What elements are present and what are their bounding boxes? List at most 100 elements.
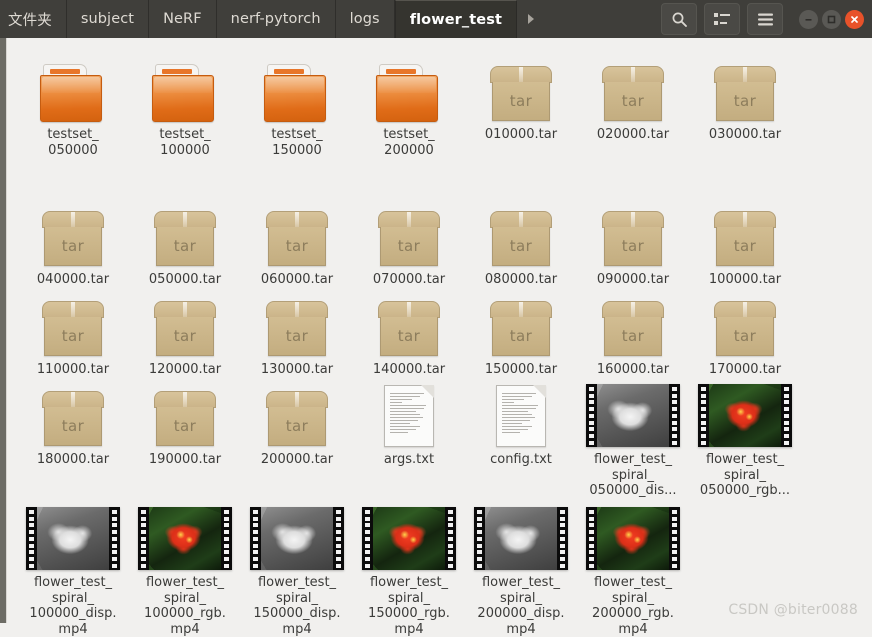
tar-archive-icon: tar — [42, 391, 104, 447]
file-name-label: flower_test_spiral_200000_rgb.mp4 — [579, 575, 687, 637]
tar-archive-icon: tar — [154, 211, 216, 267]
file-item[interactable]: tar030000.tar — [689, 50, 801, 158]
file-icon-container: tar — [266, 195, 328, 267]
file-icon-container: tar — [42, 195, 104, 267]
file-icon-container — [362, 498, 456, 570]
tar-archive-icon: tar — [378, 301, 440, 357]
file-item[interactable]: tar130000.tar — [241, 285, 353, 378]
file-name-label: flower_test_spiral_100000_disp.mp4 — [19, 575, 127, 637]
file-icon-container: tar — [378, 195, 440, 267]
icon-grid-row: tar040000.tartar050000.tartar060000.tart… — [7, 195, 872, 288]
file-item[interactable]: tar040000.tar — [17, 195, 129, 288]
file-item[interactable]: tar080000.tar — [465, 195, 577, 288]
file-icon-container — [586, 498, 680, 570]
file-name-label: 190000.tar — [131, 452, 239, 468]
tar-badge-label: tar — [490, 92, 552, 110]
file-icon-container: tar — [490, 285, 552, 357]
file-name-line: testset_ — [243, 127, 351, 143]
tar-badge-label: tar — [602, 327, 664, 345]
tab-subject[interactable]: subject — [67, 0, 149, 38]
tar-archive-icon: tar — [42, 211, 104, 267]
file-item[interactable]: testset_050000 — [17, 50, 129, 158]
search-button[interactable] — [661, 3, 697, 35]
file-name-label: flower_test_spiral_150000_disp.mp4 — [243, 575, 351, 637]
file-item[interactable]: tar050000.tar — [129, 195, 241, 288]
maximize-button[interactable] — [822, 10, 841, 29]
tar-archive-icon: tar — [714, 66, 776, 122]
file-item[interactable]: testset_200000 — [353, 50, 465, 158]
file-name-line: 180000.tar — [19, 452, 127, 468]
file-item[interactable]: args.txt — [353, 375, 465, 499]
tab-logs[interactable]: logs — [336, 0, 395, 38]
file-name-line: args.txt — [355, 452, 463, 468]
tar-archive-icon: tar — [490, 301, 552, 357]
file-item[interactable]: tar150000.tar — [465, 285, 577, 378]
file-item[interactable]: testset_150000 — [241, 50, 353, 158]
file-browser-content: testset_050000testset_100000testset_1500… — [0, 38, 872, 623]
minimize-button[interactable] — [799, 10, 818, 29]
file-item[interactable]: flower_test_spiral_100000_disp.mp4 — [17, 498, 129, 637]
file-item[interactable]: flower_test_spiral_150000_rgb.mp4 — [353, 498, 465, 637]
video-thumbnail-rgb — [586, 507, 680, 570]
file-name-line: flower_test_ — [243, 575, 351, 591]
tab-overflow-next-icon[interactable] — [517, 0, 545, 38]
folder-icon — [152, 64, 218, 122]
file-name-line: mp4 — [243, 622, 351, 637]
file-item[interactable]: flower_test_spiral_200000_rgb.mp4 — [577, 498, 689, 637]
file-name-label: 200000.tar — [243, 452, 351, 468]
file-name-label: 180000.tar — [19, 452, 127, 468]
file-icon-container — [586, 375, 680, 447]
file-name-line: testset_ — [19, 127, 127, 143]
menu-button[interactable] — [747, 3, 783, 35]
file-item[interactable]: tar 200000.tar — [241, 375, 353, 499]
file-item[interactable]: tar140000.tar — [353, 285, 465, 378]
file-name-line: spiral_ — [579, 468, 687, 484]
file-icon-container: tar — [602, 50, 664, 122]
file-name-line: mp4 — [467, 622, 575, 637]
file-item[interactable]: flower_test_spiral_150000_disp.mp4 — [241, 498, 353, 637]
file-item[interactable]: tar120000.tar — [129, 285, 241, 378]
tar-archive-icon: tar — [266, 391, 328, 447]
close-button[interactable] — [845, 10, 864, 29]
file-item[interactable]: flower_test_spiral_050000_dis... — [577, 375, 689, 499]
file-item[interactable]: tar100000.tar — [689, 195, 801, 288]
file-item[interactable]: flower_test_spiral_100000_rgb.mp4 — [129, 498, 241, 637]
file-item[interactable]: tar070000.tar — [353, 195, 465, 288]
file-icon-container: tar — [266, 375, 328, 447]
tar-badge-label: tar — [154, 327, 216, 345]
file-item[interactable]: tar090000.tar — [577, 195, 689, 288]
file-item[interactable]: tar190000.tar — [129, 375, 241, 499]
file-item[interactable]: config.txt — [465, 375, 577, 499]
icon-grid-row: tar110000.tartar120000.tartar130000.tart… — [7, 285, 872, 378]
file-item[interactable]: testset_100000 — [129, 50, 241, 158]
maximize-icon — [826, 14, 837, 25]
file-item[interactable]: flower_test_spiral_200000_disp.mp4 — [465, 498, 577, 637]
file-name-line: flower_test_ — [691, 452, 799, 468]
view-options-button[interactable] — [704, 3, 740, 35]
file-name-line: spiral_ — [131, 591, 239, 607]
window-left-edge — [0, 38, 7, 623]
file-name-line: spiral_ — [243, 591, 351, 607]
file-item[interactable]: tar020000.tar — [577, 50, 689, 158]
file-icon-container: tar — [490, 195, 552, 267]
video-thumbnail-rgb — [362, 507, 456, 570]
file-item[interactable]: tar170000.tar — [689, 285, 801, 378]
tab-nerf[interactable]: NeRF — [149, 0, 217, 38]
file-item[interactable]: flower_test_spiral_050000_rgb... — [689, 375, 801, 499]
file-icon-container — [26, 498, 120, 570]
file-name-line: flower_test_ — [579, 575, 687, 591]
tar-archive-icon: tar — [714, 211, 776, 267]
file-item[interactable]: tar060000.tar — [241, 195, 353, 288]
file-name-label: flower_test_spiral_200000_disp.mp4 — [467, 575, 575, 637]
file-item[interactable]: tar110000.tar — [17, 285, 129, 378]
file-name-line: 100000_rgb. — [131, 606, 239, 622]
tar-archive-icon: tar — [490, 66, 552, 122]
file-item[interactable]: tar160000.tar — [577, 285, 689, 378]
file-name-line: mp4 — [19, 622, 127, 637]
tab-nerf-pytorch[interactable]: nerf-pytorch — [217, 0, 336, 38]
tab-[interactable]: 文件夹 — [0, 0, 67, 38]
file-item[interactable]: tar 180000.tar — [17, 375, 129, 499]
file-name-label: flower_test_spiral_100000_rgb.mp4 — [131, 575, 239, 637]
file-item[interactable]: tar010000.tar — [465, 50, 577, 158]
tab-flower-test[interactable]: flower_test — [395, 0, 517, 38]
